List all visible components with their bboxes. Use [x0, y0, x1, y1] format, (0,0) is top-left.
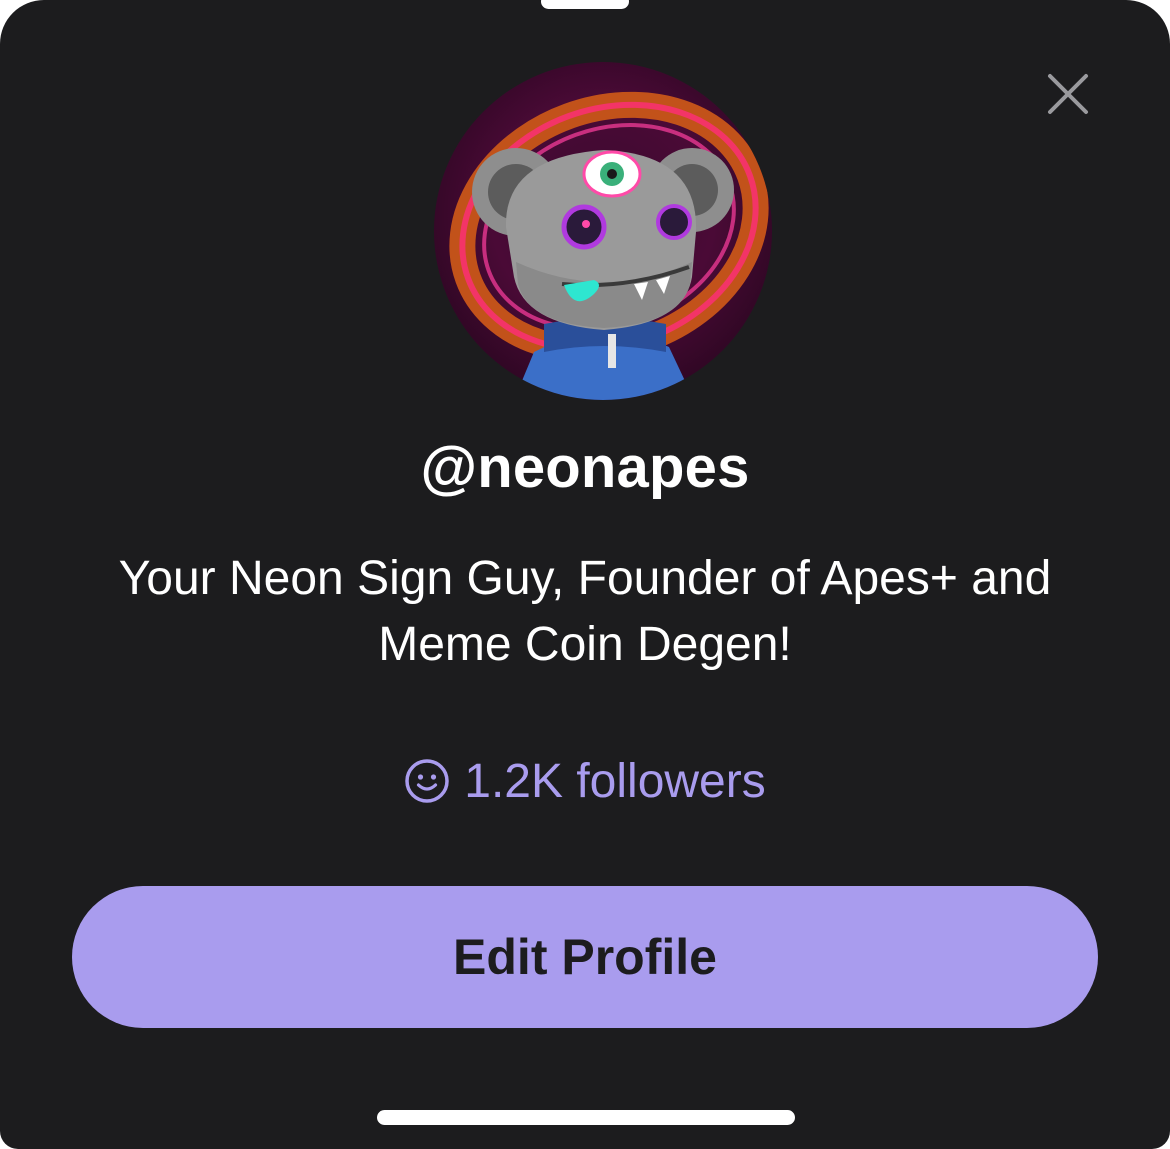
followers-count[interactable]: 1.2K followers: [0, 748, 1170, 814]
close-button[interactable]: [1040, 66, 1096, 122]
edit-profile-label: Edit Profile: [453, 929, 717, 985]
profile-sheet: @neonapes Your Neon Sign Guy, Founder of…: [0, 0, 1170, 1149]
close-icon: [1048, 74, 1088, 114]
avatar[interactable]: [434, 62, 772, 400]
edit-profile-button[interactable]: Edit Profile: [72, 886, 1098, 1028]
followers-label: 1.2K followers: [464, 754, 766, 808]
profile-username: @neonapes: [420, 435, 750, 500]
smiley-face-icon: [404, 758, 450, 804]
screen: @neonapes Your Neon Sign Guy, Founder of…: [0, 0, 1170, 1149]
profile-bio: Your Neon Sign Guy, Founder of Apes+ and…: [118, 552, 1052, 671]
sheet-grabber-handle[interactable]: [541, 0, 629, 9]
home-indicator[interactable]: [377, 1110, 795, 1125]
nft-ape-avatar-image: [434, 62, 772, 400]
